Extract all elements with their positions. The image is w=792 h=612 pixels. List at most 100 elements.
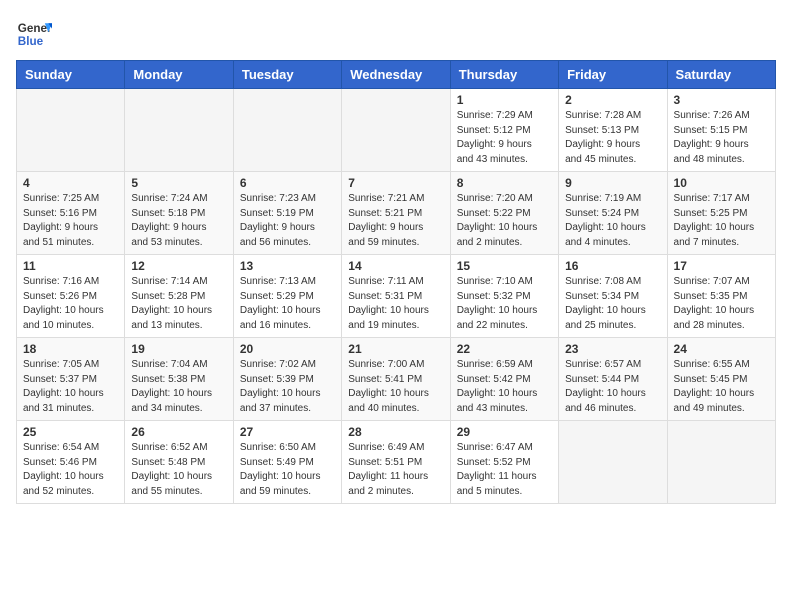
day-number: 18 [23,342,118,356]
calendar-cell: 11Sunrise: 7:16 AM Sunset: 5:26 PM Dayli… [17,255,125,338]
calendar-cell: 25 Sunrise: 6:54 AM Sunset: 5:46 PM Dayli… [17,421,125,504]
calendar-cell [125,89,233,172]
calendar-cell: 26Sunrise: 6:52 AM Sunset: 5:48 PM Dayli… [125,421,233,504]
calendar-cell: 18 Sunrise: 7:05 AM Sunset: 5:37 PM Dayli… [17,338,125,421]
calendar-cell: 13 Sunrise: 7:13 AM Sunset: 5:29 PM Dayli… [233,255,341,338]
day-info: Sunrise: 6:54 AM Sunset: 5:46 PM Dayligh… [23,441,118,499]
day-number: 13 [240,259,335,273]
calendar-cell [667,421,775,504]
logo: General Blue [16,16,56,52]
calendar-cell: 6 Sunrise: 7:23 AM Sunset: 5:19 PM Daylig… [233,172,341,255]
weekday-header: Thursday [450,61,558,89]
day-number: 22 [457,342,552,356]
day-info: Sunrise: 7:26 AM Sunset: 5:15 PM Dayligh… [674,109,769,167]
day-number: 8 [457,176,552,190]
day-number: 17 [674,259,769,273]
calendar-cell: 17 Sunrise: 7:07 AM Sunset: 5:35 PM Dayli… [667,255,775,338]
day-number: 12 [131,259,226,273]
day-number: 4 [23,176,118,190]
calendar-cell: 29 Sunrise: 6:47 AM Sunset: 5:52 PM Dayli… [450,421,558,504]
day-number: 2 [565,93,660,107]
day-number: 25 [23,425,118,439]
day-info: Sunrise: 7:11 AM Sunset: 5:31 PM Dayligh… [348,275,443,333]
day-number: 7 [348,176,443,190]
day-info: Sunrise: 7:21 AM Sunset: 5:21 PM Dayligh… [348,192,443,250]
weekday-header: Sunday [17,61,125,89]
calendar-cell: 9 Sunrise: 7:19 AM Sunset: 5:24 PM Daylig… [559,172,667,255]
calendar-cell: 4 Sunrise: 7:25 AM Sunset: 5:16 PM Daylig… [17,172,125,255]
day-info: Sunrise: 7:28 AM Sunset: 5:13 PM Dayligh… [565,109,660,167]
day-number: 16 [565,259,660,273]
weekday-header: Tuesday [233,61,341,89]
day-info: Sunrise: 6:57 AM Sunset: 5:44 PM Dayligh… [565,358,660,416]
day-number: 11 [23,259,118,273]
calendar-week-row: 1 Sunrise: 7:29 AM Sunset: 5:12 PM Daylig… [17,89,776,172]
day-info: Sunrise: 7:13 AM Sunset: 5:29 PM Dayligh… [240,275,335,333]
day-info: Sunrise: 7:19 AM Sunset: 5:24 PM Dayligh… [565,192,660,250]
day-number: 24 [674,342,769,356]
calendar-cell: 1 Sunrise: 7:29 AM Sunset: 5:12 PM Daylig… [450,89,558,172]
calendar-cell: 12 Sunrise: 7:14 AM Sunset: 5:28 PM Dayli… [125,255,233,338]
day-number: 29 [457,425,552,439]
calendar-cell: 28Sunrise: 6:49 AM Sunset: 5:51 PM Dayli… [342,421,450,504]
day-info: Sunrise: 7:17 AM Sunset: 5:25 PM Dayligh… [674,192,769,250]
calendar-cell: 3 Sunrise: 7:26 AM Sunset: 5:15 PM Daylig… [667,89,775,172]
day-number: 21 [348,342,443,356]
calendar-table: SundayMondayTuesdayWednesdayThursdayFrid… [16,60,776,504]
calendar-cell: 2 Sunrise: 7:28 AM Sunset: 5:13 PM Daylig… [559,89,667,172]
calendar-week-row: 4 Sunrise: 7:25 AM Sunset: 5:16 PM Daylig… [17,172,776,255]
day-info: Sunrise: 7:10 AM Sunset: 5:32 PM Dayligh… [457,275,552,333]
calendar-cell: 15 Sunrise: 7:10 AM Sunset: 5:32 PM Dayli… [450,255,558,338]
day-number: 10 [674,176,769,190]
weekday-header: Monday [125,61,233,89]
day-number: 14 [348,259,443,273]
calendar-cell: 24 Sunrise: 6:55 AM Sunset: 5:45 PM Dayli… [667,338,775,421]
day-number: 15 [457,259,552,273]
calendar-week-row: 11Sunrise: 7:16 AM Sunset: 5:26 PM Dayli… [17,255,776,338]
day-info: Sunrise: 7:07 AM Sunset: 5:35 PM Dayligh… [674,275,769,333]
day-number: 1 [457,93,552,107]
logo-icon: General Blue [16,16,52,52]
weekday-header: Friday [559,61,667,89]
weekday-header: Wednesday [342,61,450,89]
calendar-cell [233,89,341,172]
calendar-week-row: 18 Sunrise: 7:05 AM Sunset: 5:37 PM Dayli… [17,338,776,421]
day-number: 20 [240,342,335,356]
day-info: Sunrise: 7:24 AM Sunset: 5:18 PM Dayligh… [131,192,226,250]
day-info: Sunrise: 6:55 AM Sunset: 5:45 PM Dayligh… [674,358,769,416]
calendar-cell: 7 Sunrise: 7:21 AM Sunset: 5:21 PM Daylig… [342,172,450,255]
calendar-cell: 23 Sunrise: 6:57 AM Sunset: 5:44 PM Dayli… [559,338,667,421]
calendar-cell: 20Sunrise: 7:02 AM Sunset: 5:39 PM Dayli… [233,338,341,421]
day-number: 23 [565,342,660,356]
svg-text:Blue: Blue [18,35,44,48]
day-info: Sunrise: 6:47 AM Sunset: 5:52 PM Dayligh… [457,441,552,499]
day-info: Sunrise: 6:59 AM Sunset: 5:42 PM Dayligh… [457,358,552,416]
day-info: Sunrise: 7:29 AM Sunset: 5:12 PM Dayligh… [457,109,552,167]
day-number: 27 [240,425,335,439]
calendar-cell: 8 Sunrise: 7:20 AM Sunset: 5:22 PM Daylig… [450,172,558,255]
day-info: Sunrise: 7:23 AM Sunset: 5:19 PM Dayligh… [240,192,335,250]
day-number: 6 [240,176,335,190]
day-info: Sunrise: 7:04 AM Sunset: 5:38 PM Dayligh… [131,358,226,416]
page-header: General Blue [16,16,776,52]
calendar-cell: 19 Sunrise: 7:04 AM Sunset: 5:38 PM Dayli… [125,338,233,421]
day-info: Sunrise: 7:14 AM Sunset: 5:28 PM Dayligh… [131,275,226,333]
day-number: 3 [674,93,769,107]
calendar-cell: 5 Sunrise: 7:24 AM Sunset: 5:18 PM Daylig… [125,172,233,255]
day-number: 19 [131,342,226,356]
calendar-week-row: 25 Sunrise: 6:54 AM Sunset: 5:46 PM Dayli… [17,421,776,504]
day-number: 28 [348,425,443,439]
day-info: Sunrise: 7:08 AM Sunset: 5:34 PM Dayligh… [565,275,660,333]
calendar-cell: 27Sunrise: 6:50 AM Sunset: 5:49 PM Dayli… [233,421,341,504]
day-info: Sunrise: 7:25 AM Sunset: 5:16 PM Dayligh… [23,192,118,250]
calendar-cell: 10 Sunrise: 7:17 AM Sunset: 5:25 PM Dayli… [667,172,775,255]
day-number: 5 [131,176,226,190]
calendar-cell [17,89,125,172]
calendar-cell: 21Sunrise: 7:00 AM Sunset: 5:41 PM Dayli… [342,338,450,421]
calendar-cell [342,89,450,172]
day-number: 9 [565,176,660,190]
day-info: Sunrise: 7:05 AM Sunset: 5:37 PM Dayligh… [23,358,118,416]
day-info: Sunrise: 6:52 AM Sunset: 5:48 PM Dayligh… [131,441,226,499]
day-info: Sunrise: 7:20 AM Sunset: 5:22 PM Dayligh… [457,192,552,250]
calendar-header-row: SundayMondayTuesdayWednesdayThursdayFrid… [17,61,776,89]
